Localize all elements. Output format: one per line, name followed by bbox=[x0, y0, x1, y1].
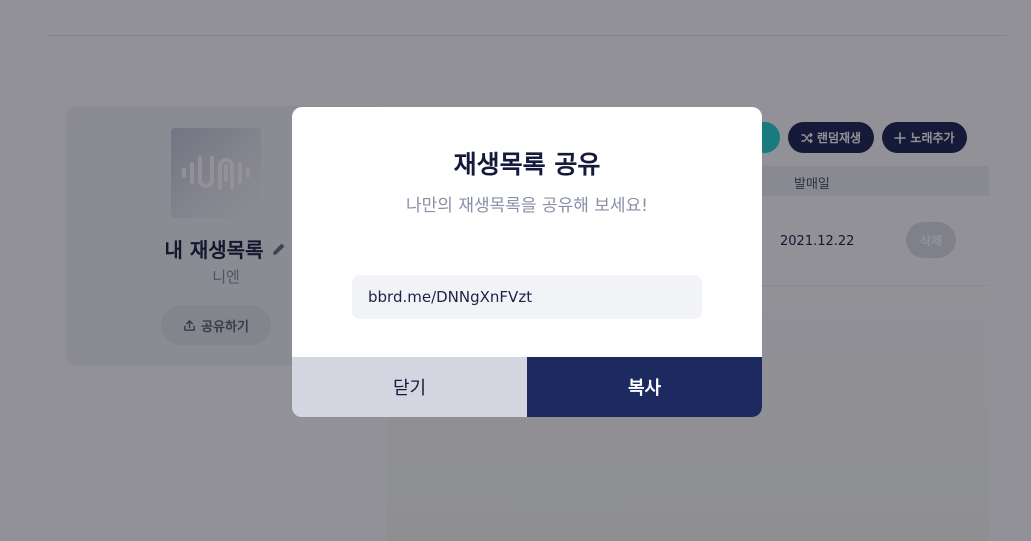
dialog-footer: 닫기 복사 bbox=[292, 357, 762, 417]
share-playlist-dialog: 재생목록 공유 나만의 재생목록을 공유해 보세요! 닫기 복사 bbox=[292, 107, 762, 417]
share-url-field[interactable] bbox=[352, 275, 702, 319]
dialog-subtitle: 나만의 재생목록을 공유해 보세요! bbox=[406, 196, 648, 216]
dialog-title: 재생목록 공유 bbox=[453, 150, 601, 179]
close-button[interactable]: 닫기 bbox=[292, 357, 527, 417]
copy-button[interactable]: 복사 bbox=[527, 357, 762, 417]
